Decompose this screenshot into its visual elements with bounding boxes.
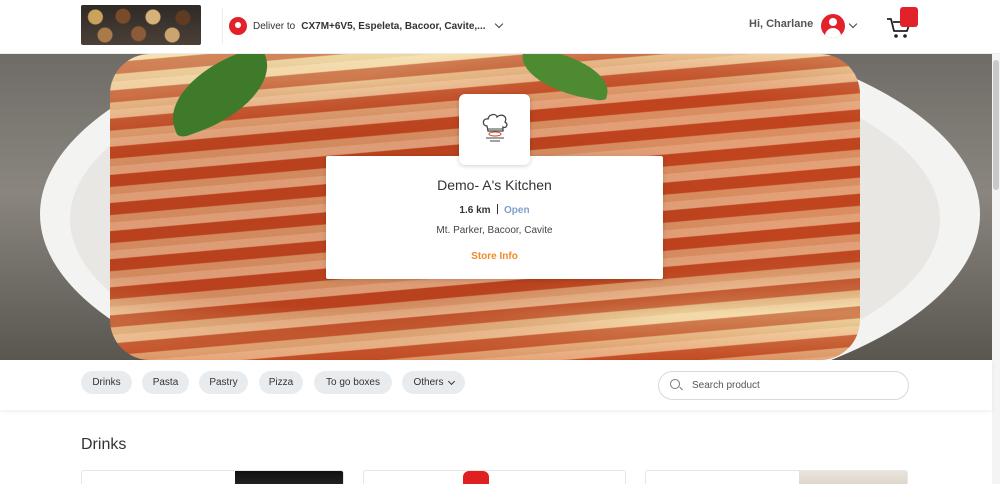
product-search-box[interactable] xyxy=(658,371,909,400)
store-address: Mt. Parker, Bacoor, Cavite xyxy=(436,225,553,236)
product-image xyxy=(463,471,625,484)
header-divider xyxy=(222,8,223,44)
store-distance: 1.6 km xyxy=(459,205,491,216)
chevron-down-icon xyxy=(447,377,455,385)
product-image xyxy=(235,471,343,484)
search-icon xyxy=(670,379,680,389)
category-chip-pasta[interactable]: Pasta xyxy=(142,371,189,394)
category-chip-pizza[interactable]: Pizza xyxy=(259,371,303,394)
store-status-badge: Open xyxy=(504,205,530,216)
page-scrollbar-thumb[interactable] xyxy=(993,60,999,190)
restaurant-logo[interactable] xyxy=(81,5,201,45)
meta-separator xyxy=(496,204,499,214)
product-card[interactable] xyxy=(645,470,908,484)
section-title: Drinks xyxy=(81,436,127,453)
store-meta-row: 1.6 km Open xyxy=(326,204,663,216)
product-card[interactable] xyxy=(81,470,344,484)
category-others-dropdown[interactable]: Others xyxy=(402,371,465,394)
deliver-address: CX7M+6V5, Espeleta, Bacoor, Cavite,... xyxy=(301,20,486,32)
user-avatar[interactable] xyxy=(821,14,845,38)
category-chip-to-go-boxes[interactable]: To go boxes xyxy=(314,371,392,394)
location-pin-icon xyxy=(229,17,247,35)
store-name: Demo- A's Kitchen xyxy=(437,177,552,193)
delivery-address-selector[interactable]: Deliver to CX7M+6V5, Espeleta, Bacoor, C… xyxy=(229,16,503,36)
category-chip-pastry[interactable]: Pastry xyxy=(199,371,248,394)
product-card[interactable] xyxy=(363,470,626,484)
store-info-link[interactable]: Store Info xyxy=(326,251,663,262)
product-image xyxy=(799,471,907,484)
chef-hat-icon xyxy=(482,113,508,142)
deliver-prefix: Deliver to xyxy=(253,20,296,32)
chevron-down-icon xyxy=(494,19,503,29)
others-label: Others xyxy=(413,377,444,388)
category-chip-drinks[interactable]: Drinks xyxy=(81,371,132,394)
search-input[interactable] xyxy=(692,372,892,399)
user-greeting[interactable]: Hi, Charlane xyxy=(749,18,813,30)
cart-count-badge xyxy=(900,7,918,27)
product-bottle xyxy=(463,471,489,484)
